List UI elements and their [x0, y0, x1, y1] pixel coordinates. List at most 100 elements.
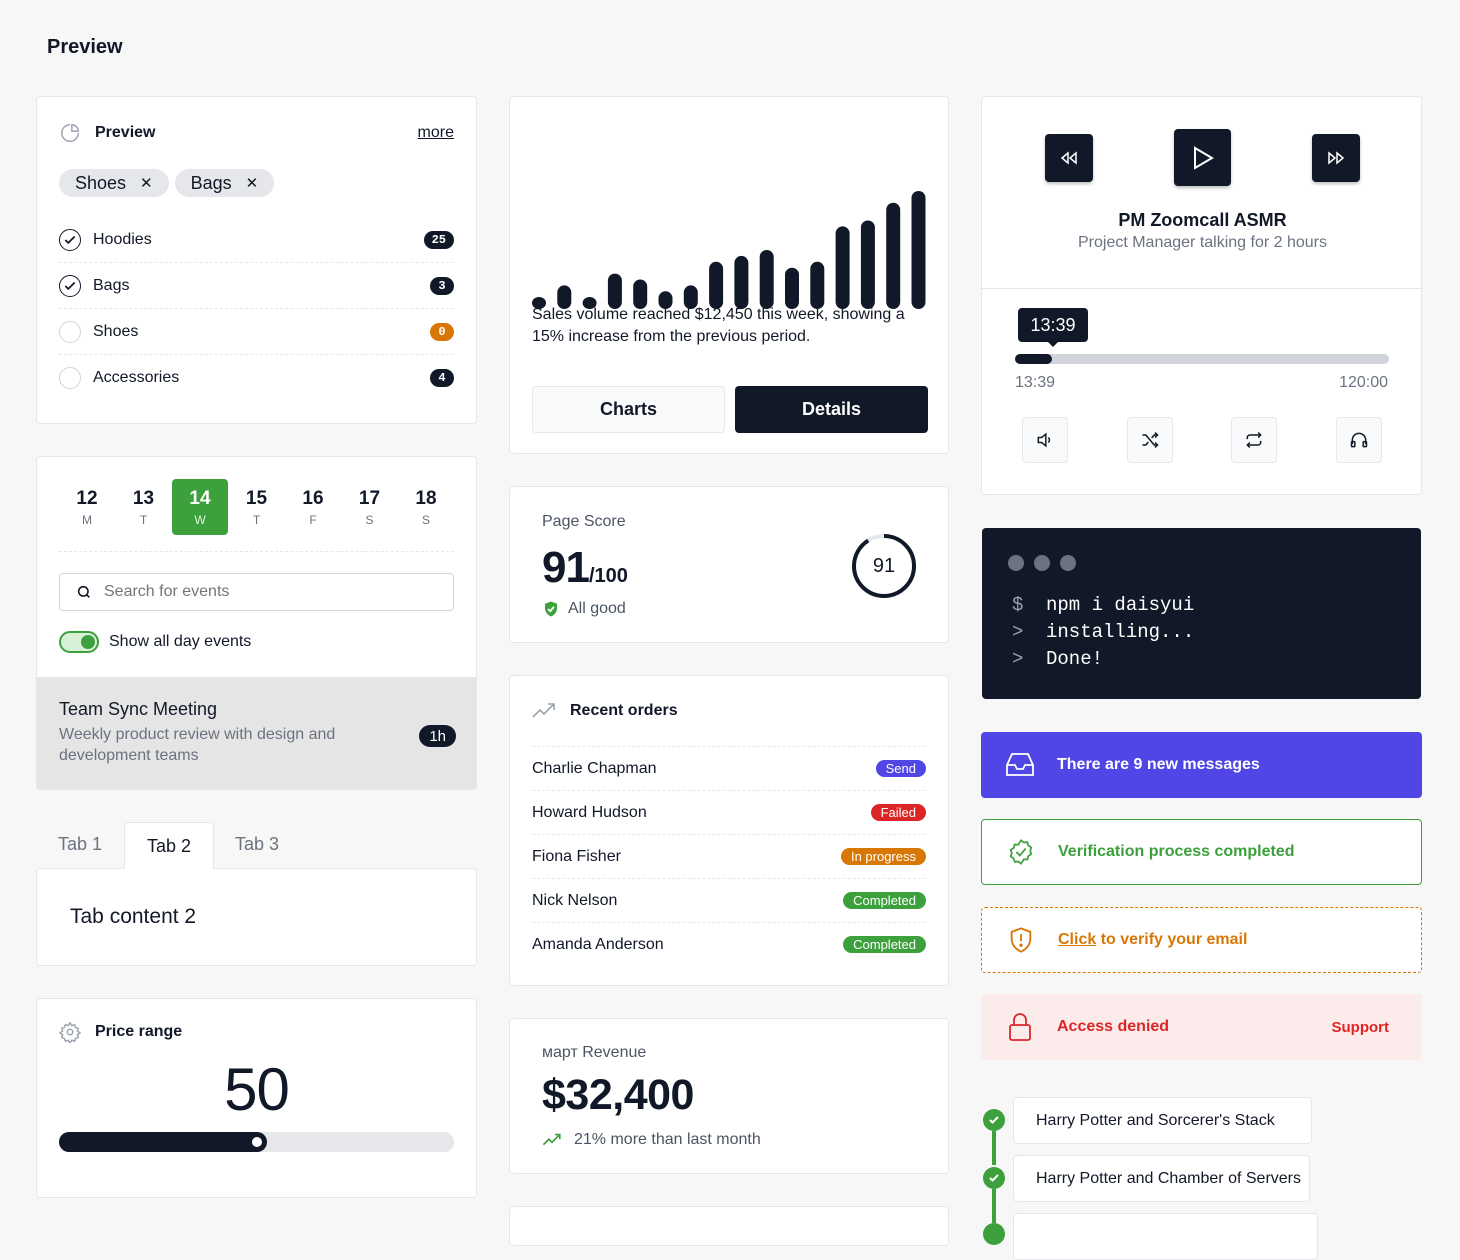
table-row[interactable]: Howard Hudson Failed: [532, 790, 926, 834]
volume-icon: [1035, 430, 1055, 450]
checkbox-bags[interactable]: [59, 274, 81, 297]
volume-button[interactable]: [1022, 417, 1068, 463]
day-12[interactable]: 12 M: [59, 479, 115, 535]
shield-check-icon: [542, 600, 560, 618]
terminal-line: > installing...: [1012, 621, 1195, 643]
more-link[interactable]: more: [418, 124, 454, 142]
page-title: Preview: [47, 36, 123, 58]
shuffle-button[interactable]: [1126, 417, 1173, 463]
filter-card: Preview more Shoes ✕ Bags ✕ Hoodies 25 Bags…: [36, 96, 477, 424]
sales-bar: [886, 202, 901, 309]
tab-label: Tab 2: [146, 835, 192, 856]
close-icon[interactable]: ✕: [246, 174, 259, 192]
orders-card: Recent orders Charlie Chapman Send Howard…: [509, 675, 949, 986]
list-item[interactable]: Bags 3: [59, 263, 454, 309]
tab-3[interactable]: Tab 3: [235, 834, 279, 855]
order-name: Fiona Fisher: [532, 847, 621, 865]
timeline: Harry Potter and Sorcerer's Stack Harry …: [982, 1097, 1422, 1260]
check-circle-icon: [983, 1167, 1005, 1189]
list-item[interactable]: Hoodies 25: [59, 217, 454, 263]
score-suffix: /100: [588, 565, 628, 587]
checkbox-hoodies[interactable]: [59, 228, 81, 251]
event-title: Team Sync Meeting: [59, 699, 218, 719]
current-time: 13:39: [1015, 374, 1056, 391]
table-row[interactable]: Amanda Anderson Completed: [532, 922, 926, 966]
chip-label: Bags: [190, 172, 232, 193]
fast-forward-icon: [1327, 151, 1345, 165]
trending-up-icon: [542, 1133, 562, 1147]
play-icon: [1192, 145, 1214, 170]
range-slider[interactable]: [59, 1132, 454, 1152]
support-link[interactable]: Support: [1332, 1019, 1390, 1036]
all-day-toggle[interactable]: [59, 631, 99, 653]
day-17[interactable]: 17 S: [342, 479, 398, 535]
charts-button[interactable]: Charts: [532, 386, 725, 433]
tab-1[interactable]: Tab 1: [58, 834, 102, 855]
status-badge: Completed: [843, 936, 926, 953]
checkbox-accessories[interactable]: [59, 367, 81, 389]
day-13[interactable]: 13 T: [116, 479, 172, 535]
info-alert: There are 9 new messages: [981, 732, 1422, 798]
revenue-change: 21% more than last month: [574, 1131, 761, 1148]
timeline-connector: [992, 1189, 996, 1223]
lock-icon: [1005, 1012, 1035, 1042]
rewind-button[interactable]: [1045, 134, 1093, 182]
gear-icon: [59, 1021, 81, 1043]
checkbox-shoes[interactable]: [59, 320, 81, 343]
sales-text: Sales volume reached $12,450 this week, …: [532, 306, 905, 345]
terminal-line: > Done!: [1012, 648, 1104, 670]
success-alert: Verification process completed: [981, 819, 1422, 885]
page-score-card: Page Score 91 /100 All good 91: [509, 486, 949, 643]
count-badge: 3: [430, 276, 454, 295]
event-desc: Weekly product review with design and de…: [59, 726, 336, 764]
details-button[interactable]: Details: [735, 386, 928, 433]
tab-panel: Tab content 2: [36, 868, 477, 966]
shuffle-icon: [1140, 430, 1160, 450]
trending-up-icon: [532, 702, 556, 720]
order-name: Nick Nelson: [532, 891, 618, 909]
list-item[interactable]: Accessories 4: [59, 355, 454, 401]
track-title: PM Zoomcall ASMR: [1118, 210, 1287, 230]
tab-2[interactable]: Tab 2: [124, 822, 214, 869]
chip-shoes[interactable]: Shoes ✕: [59, 169, 169, 197]
sales-bar: [860, 220, 875, 309]
rewind-icon: [1060, 151, 1078, 165]
search-box[interactable]: [59, 573, 454, 611]
sales-bar: [734, 255, 749, 309]
alert-text: to verify your email: [1096, 931, 1248, 948]
tab-bar: Tab 1 Tab 2 Tab 3: [36, 822, 477, 869]
pie-chart-icon: [59, 122, 81, 144]
order-name: Charlie Chapman: [532, 759, 657, 777]
table-row[interactable]: Fiona Fisher In progress: [532, 834, 926, 878]
day-14-selected[interactable]: 14 W: [172, 479, 228, 535]
forward-button[interactable]: [1312, 134, 1360, 182]
inbox-icon: [1005, 750, 1035, 780]
sales-bar-chart: [532, 191, 926, 309]
headphones-button[interactable]: [1335, 417, 1382, 463]
partial-card: [509, 1206, 949, 1246]
check-circle-icon: [983, 1109, 1005, 1131]
day-16[interactable]: 16 F: [285, 479, 341, 535]
search-input[interactable]: [104, 583, 404, 601]
play-button[interactable]: [1174, 129, 1231, 186]
repeat-button[interactable]: [1231, 417, 1278, 463]
day-15[interactable]: 15 T: [229, 479, 285, 535]
alert-text: There are 9 new messages: [1057, 756, 1260, 773]
progress-bar[interactable]: [1015, 354, 1389, 364]
list-item[interactable]: Shoes 0: [59, 309, 454, 355]
day-18[interactable]: 18 S: [398, 479, 454, 535]
timeline-box: Harry Potter and Sorcerer's Stack: [1013, 1097, 1312, 1144]
range-handle[interactable]: [248, 1134, 265, 1150]
chip-bags[interactable]: Bags ✕: [174, 169, 275, 197]
status-badge: In progress: [840, 848, 926, 865]
close-icon[interactable]: ✕: [140, 174, 153, 192]
score-value: 91: [542, 543, 590, 592]
table-row[interactable]: Nick Nelson Completed: [532, 878, 926, 922]
verify-link[interactable]: Click: [1058, 931, 1096, 948]
alert-text: Verification process completed: [1058, 843, 1295, 860]
sales-bar: [709, 261, 724, 309]
table-row[interactable]: Charlie Chapman Send: [532, 746, 926, 790]
event-item[interactable]: Team Sync Meeting Weekly product review …: [37, 677, 476, 789]
item-label: Shoes: [93, 322, 139, 340]
status-badge: Failed: [870, 804, 926, 821]
